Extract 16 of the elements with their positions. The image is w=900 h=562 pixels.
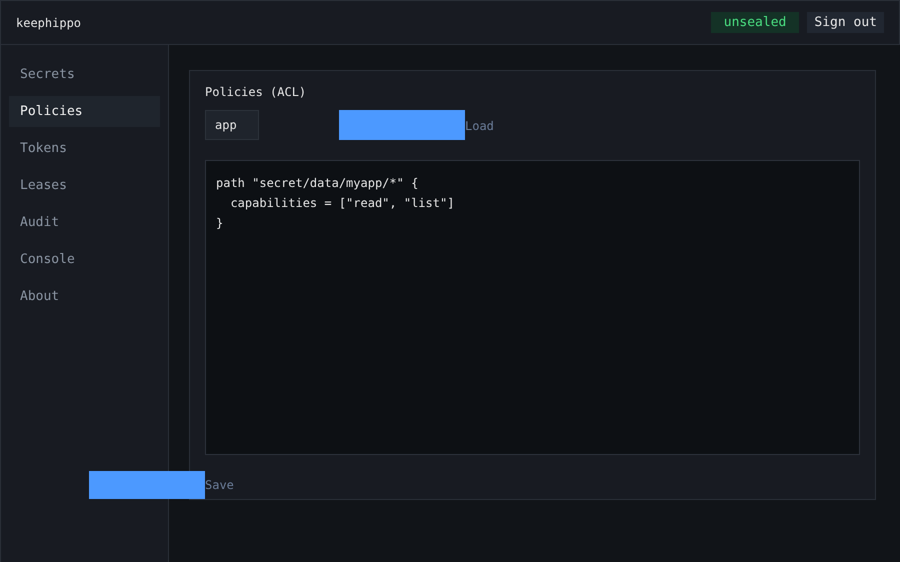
policy-editor[interactable]: path "secret/data/myapp/*" { capabilities = ["read", "list"] } — [205, 160, 860, 455]
sidebar-item[interactable]: Audit — [9, 207, 160, 238]
sidebar-item[interactable]: Policies — [9, 96, 160, 127]
app-title: keephippo — [16, 16, 82, 30]
policy-name-field[interactable]: app — [205, 110, 259, 140]
sidebar-item[interactable]: About — [9, 281, 160, 312]
sidebar-item[interactable]: Console — [9, 244, 160, 275]
status-badge: unsealed — [710, 12, 800, 33]
sidebar-item[interactable]: Secrets — [9, 59, 160, 90]
sidebar-item[interactable]: Tokens — [9, 133, 160, 164]
code-line: } — [216, 215, 224, 232]
code-line: capabilities = ["read", "list"] — [229, 195, 456, 212]
sign-out-button[interactable]: Sign out — [807, 12, 884, 33]
panel-title: Policies (ACL) — [205, 85, 308, 99]
code-line: path "secret/data/myapp/*" { — [216, 175, 420, 192]
sidebar-item[interactable]: Leases — [9, 170, 160, 201]
